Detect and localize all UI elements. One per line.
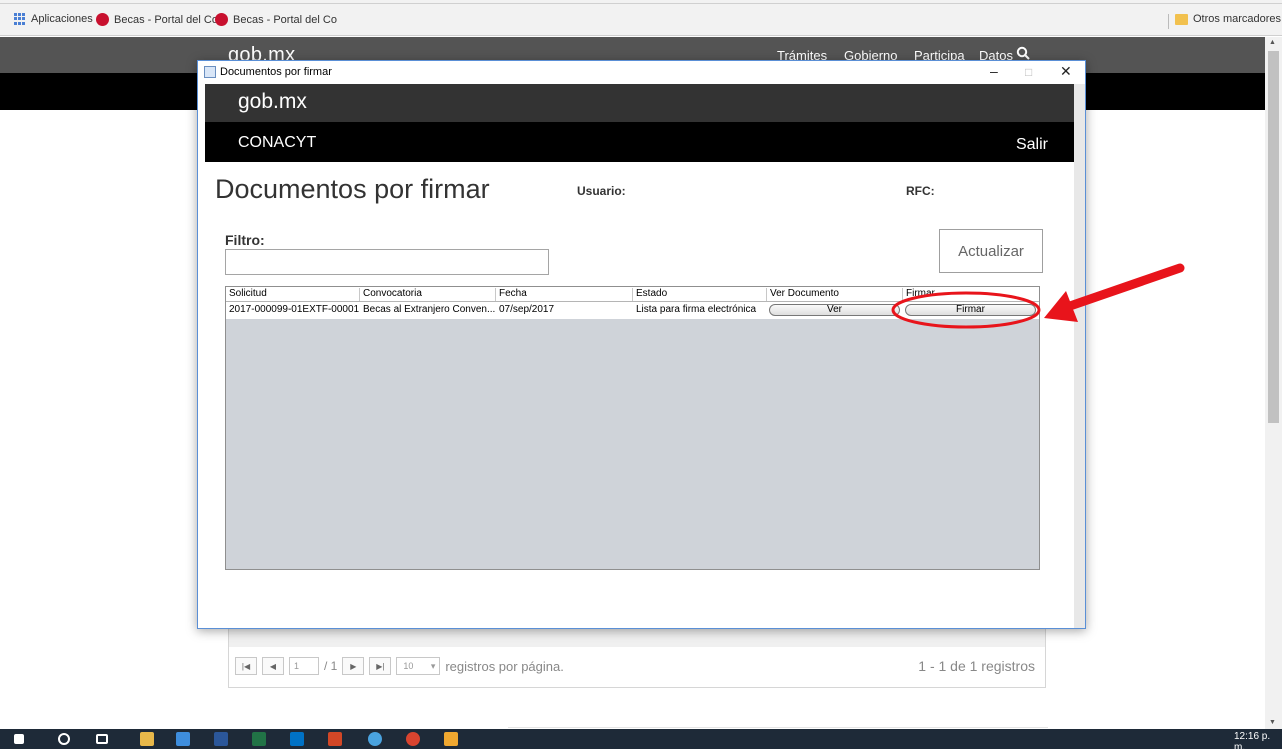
prev-page-icon[interactable]: ◀ <box>262 657 284 675</box>
documents-dialog: Documentos por firmar – □ ✕ gob.mx CONAC… <box>197 60 1086 629</box>
java-app-icon <box>204 66 216 78</box>
close-icon[interactable]: ✕ <box>1060 63 1072 80</box>
table-row[interactable]: 2017-000099-01EXTF-00001 Becas al Extran… <box>226 302 1039 319</box>
org-name: CONACYT <box>238 134 317 151</box>
taskbar: 12:16 p. m. <box>0 729 1282 753</box>
next-page-icon[interactable]: ▶ <box>342 657 365 675</box>
sign-button[interactable]: Firmar <box>905 304 1036 316</box>
red-circle-icon <box>215 13 228 26</box>
windows-start-icon[interactable] <box>14 734 24 744</box>
cell-fecha: 07/sep/2017 <box>499 304 555 315</box>
first-page-icon[interactable]: |◀ <box>235 657 257 675</box>
dialog-header: gob.mx <box>205 84 1074 122</box>
dialog-subheader: CONACYT Salir <box>205 122 1074 162</box>
page-total: / 1 <box>324 659 338 673</box>
col-estado[interactable]: Estado <box>633 288 767 301</box>
table-header: Solicitud Convocatoria Fecha Estado Ver … <box>226 287 1039 302</box>
bookmark-becas-1[interactable]: Becas - Portal del Co <box>96 13 218 26</box>
file-explorer-icon[interactable] <box>140 732 154 746</box>
word-icon[interactable] <box>214 732 228 746</box>
documents-table: Solicitud Convocatoria Fecha Estado Ver … <box>225 286 1040 570</box>
bookmark-apps[interactable]: Aplicaciones <box>14 13 93 25</box>
bookmarks-bar: Aplicaciones Becas - Portal del Co Becas… <box>0 4 1282 36</box>
refresh-button[interactable]: Actualizar <box>939 229 1043 273</box>
dropdown-arrow-icon: ▾ <box>430 661 436 671</box>
col-solicitud[interactable]: Solicitud <box>226 288 360 301</box>
exit-link[interactable]: Salir <box>1016 136 1048 154</box>
scroll-down-icon[interactable]: ▼ <box>1269 719 1276 726</box>
arrow-shaft <box>1065 263 1185 311</box>
view-document-button[interactable]: Ver <box>769 304 900 316</box>
bookmark-label: Aplicaciones <box>31 13 93 25</box>
user-label: Usuario: <box>577 184 626 198</box>
excel-icon[interactable] <box>252 732 266 746</box>
per-page-label: registros por página. <box>445 658 564 674</box>
bookmark-separator <box>1168 14 1169 29</box>
rfc-label: RFC: <box>906 184 935 198</box>
scroll-up-icon[interactable]: ▲ <box>1269 39 1276 46</box>
app-icon[interactable] <box>406 732 420 746</box>
maximize-icon[interactable]: □ <box>1025 65 1032 79</box>
record-count: 1 - 1 de 1 registros <box>918 658 1035 674</box>
dialog-logo: gob.mx <box>238 90 307 113</box>
bookmark-other[interactable]: Otros marcadores <box>1175 13 1281 25</box>
bookmark-label: Becas - Portal del Co <box>114 13 218 26</box>
apps-grid-icon <box>14 13 26 25</box>
dialog-scrollbar[interactable] <box>1074 84 1085 628</box>
edge-icon[interactable] <box>176 732 190 746</box>
outlook-icon[interactable] <box>290 732 304 746</box>
powerpoint-icon[interactable] <box>328 732 342 746</box>
divider <box>508 727 1048 728</box>
pager-panel: |◀ ◀ 1 / 1 ▶ ▶| 10 ▾ registros por página… <box>228 620 1046 688</box>
filter-input[interactable] <box>225 249 549 275</box>
col-ver-documento[interactable]: Ver Documento <box>767 288 903 301</box>
folder-icon <box>1175 13 1188 25</box>
filter-label: Filtro: <box>225 232 265 248</box>
other-bookmarks-label: Otros marcadores <box>1193 13 1282 25</box>
page-title: Documentos por firmar <box>215 174 490 204</box>
cell-solicitud: 2017-000099-01EXTF-00001 <box>229 304 360 315</box>
red-circle-icon <box>96 13 109 26</box>
minimize-icon[interactable]: – <box>990 63 998 79</box>
page-input[interactable]: 1 <box>289 657 319 675</box>
per-page-select[interactable]: 10 ▾ <box>396 657 441 675</box>
cell-estado: Lista para firma electrónica <box>636 304 757 315</box>
task-view-icon[interactable] <box>96 734 108 744</box>
search-icon[interactable] <box>1016 46 1030 60</box>
last-page-icon[interactable]: ▶| <box>369 657 392 675</box>
dialog-title: Documentos por firmar <box>220 66 332 78</box>
bookmark-becas-2[interactable]: Becas - Portal del Co <box>215 13 337 26</box>
col-fecha[interactable]: Fecha <box>496 288 633 301</box>
dialog-titlebar[interactable]: Documentos por firmar – □ ✕ <box>198 61 1085 84</box>
search-icon[interactable] <box>58 733 70 745</box>
java-icon[interactable] <box>444 732 458 746</box>
clock[interactable]: 12:16 p. m. <box>1234 731 1282 753</box>
chrome-icon[interactable] <box>368 732 382 746</box>
col-firmar[interactable]: Firmar <box>903 288 1039 301</box>
per-page-value: 10 <box>403 661 414 671</box>
col-convocatoria[interactable]: Convocatoria <box>360 288 496 301</box>
scroll-thumb[interactable] <box>1268 51 1279 423</box>
cell-convocatoria: Becas al Extranjero Conven... <box>363 304 496 315</box>
bookmark-label: Becas - Portal del Co <box>233 13 337 26</box>
page-scrollbar[interactable]: ▲ ▼ <box>1265 37 1282 729</box>
